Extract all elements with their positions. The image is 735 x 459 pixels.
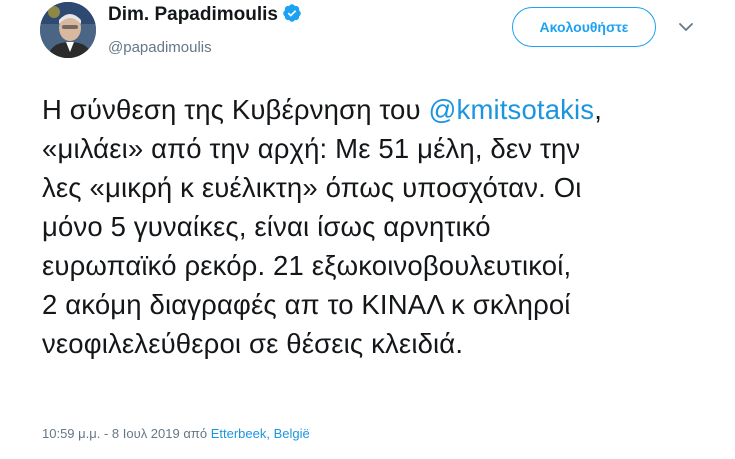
tweet-line-1-start: Η σύνθεση της Κυβέρνηση του [42, 94, 429, 125]
profile-photo [40, 2, 96, 58]
tweet-line-2: «μιλάει» από την αρχή: Με 51 μέλη, δεν τ… [42, 133, 581, 164]
tweet-metadata: 10:59 μ.μ. - 8 Ιουλ 2019 από Etterbeek, … [42, 426, 310, 441]
user-handle[interactable]: @papadimoulis [108, 39, 212, 56]
display-name-text[interactable]: Dim. Papadimoulis [108, 4, 278, 25]
tweet-line-4: μόνο 5 γυναίκες, είναι ίσως αρνητικό [42, 211, 491, 242]
display-name[interactable]: Dim. Papadimoulis [108, 3, 302, 26]
tweet-line-7: νεοφιλελεύθεροι σε θέσεις κλειδιά. [42, 328, 464, 359]
tweet-line-5: ευρωπαϊκό ρεκόρ. 21 εξωκοινοβουλευτικοί, [42, 250, 572, 281]
tweet-timestamp[interactable]: 10:59 μ.μ. - 8 Ιουλ 2019 [42, 426, 180, 441]
chevron-down-icon[interactable] [678, 20, 694, 34]
tweet-location[interactable]: Etterbeek, België [211, 426, 310, 441]
from-label: από [183, 426, 208, 441]
tweet-text: Η σύνθεση της Κυβέρνηση του @kmitsotakis… [42, 90, 732, 363]
follow-button[interactable]: Ακολουθήστε [512, 7, 656, 47]
mention-link[interactable]: @kmitsotakis [428, 94, 594, 125]
tweet-line-1-end: , [594, 94, 602, 125]
tweet-line-6: 2 ακόμη διαγραφές απ το ΚΙΝΑΛ κ σκληροί [42, 289, 571, 320]
verified-badge-icon [283, 4, 301, 22]
tweet-line-3: λες «μικρή κ ευέλικτη» όπως υποσχόταν. Ο… [42, 172, 582, 203]
tweet-card: Dim. Papadimoulis @papadimoulis Ακολουθή… [0, 0, 735, 459]
tweet-line-1: Η σύνθεση της Κυβέρνηση του @kmitsotakis… [42, 90, 732, 129]
avatar[interactable] [40, 2, 96, 58]
